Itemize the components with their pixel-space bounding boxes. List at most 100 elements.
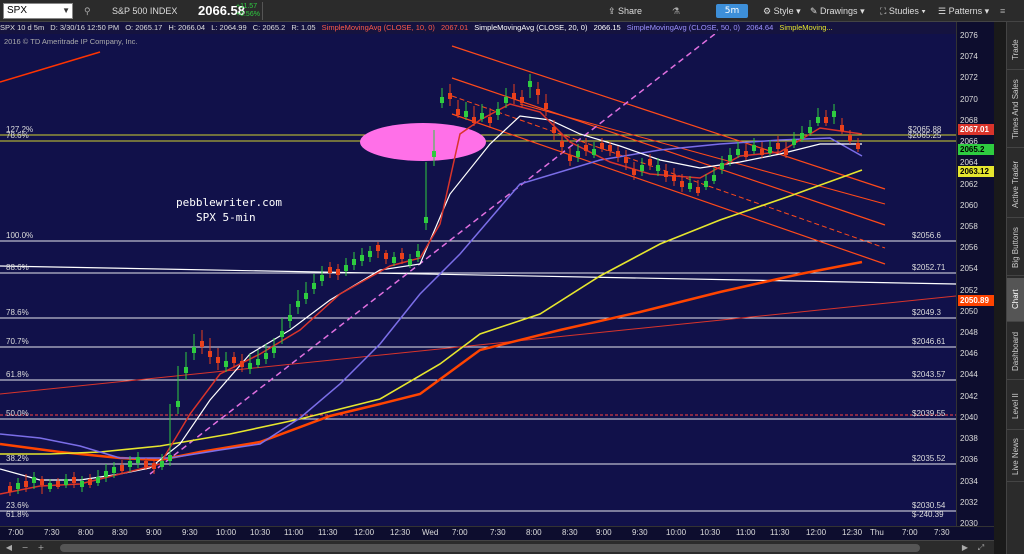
time-tick: 8:00 — [526, 528, 542, 537]
zoom-in-icon[interactable]: + — [36, 543, 46, 553]
sidebar-tab-level-ii[interactable]: Level II — [1007, 384, 1024, 430]
candle-body — [408, 259, 412, 265]
candle-body — [48, 483, 52, 489]
drawings-button[interactable]: ✎ Drawings ▾ — [810, 3, 865, 19]
bar-high: H: 2066.04 — [168, 23, 206, 32]
candle-body — [784, 149, 788, 155]
time-tick: 12:00 — [806, 528, 827, 537]
candle-body — [832, 111, 836, 117]
share-icon: ⇪ — [608, 6, 619, 16]
candle-body — [576, 151, 580, 157]
sidebar-tab-dashboard[interactable]: Dashboard — [1007, 324, 1024, 380]
fib-lines — [0, 134, 956, 512]
price-tick: 2052 — [960, 285, 978, 295]
sidebar-tab-live-news[interactable]: Live News — [1007, 432, 1024, 482]
candle-body — [72, 477, 76, 483]
candle-body — [568, 155, 572, 161]
scroll-left-icon[interactable]: ◀ — [4, 543, 14, 553]
share-label: Share — [618, 6, 643, 16]
fib-value-label: $2030.54 — [912, 501, 946, 510]
copyright: 2016 © TD Ameritrade IP Company, Inc. — [4, 37, 138, 46]
fib-pct-label: 100.0% — [6, 231, 34, 240]
time-tick: 10:00 — [216, 528, 237, 537]
time-tick: 12:30 — [390, 528, 411, 537]
candle-body — [320, 275, 324, 281]
candle-body — [640, 165, 644, 171]
share-button[interactable]: ⇪ Share — [608, 3, 642, 19]
percent-change: +0.56% — [236, 11, 260, 18]
candle-body — [680, 181, 684, 187]
candle-body — [520, 97, 524, 103]
candle-body — [416, 251, 420, 257]
chevron-down-icon[interactable]: ▼ — [62, 4, 70, 18]
candle-body — [40, 479, 44, 485]
candle-body — [272, 347, 276, 353]
candle-body — [216, 357, 220, 363]
sma-more-label[interactable]: SimpleMoving... — [779, 23, 832, 32]
candle-body — [64, 479, 68, 485]
style-button[interactable]: ⚙ Style ▾ — [763, 3, 801, 19]
price-axis[interactable]: 2076 2074 2072 2070 2068 2066 2064 2062 2060 2058… — [956, 22, 994, 528]
chart-scrollbar[interactable]: ◀ − + ▶ ⤢ — [0, 540, 994, 554]
menu-icon[interactable]: ≡ — [1000, 3, 1005, 19]
zoom-out-icon[interactable]: − — [20, 543, 30, 553]
studies-label: Studies — [888, 6, 919, 16]
candle-body — [704, 181, 708, 187]
link-icon[interactable]: ⚲ — [84, 6, 91, 17]
sidebar-tab-times-and-sales[interactable]: Times And Sales — [1007, 72, 1024, 148]
fib-value-label: $-240.39 — [912, 510, 944, 519]
expand-icon[interactable]: ⤢ — [976, 543, 986, 553]
flask-icon[interactable]: ⚗ — [672, 3, 680, 19]
sma10-label[interactable]: SimpleMovingAvg (CLOSE, 10, 0) — [322, 23, 435, 32]
candle-body — [584, 145, 588, 151]
gear-icon: ⚙ — [763, 6, 774, 16]
patterns-button[interactable]: ☰ Patterns ▾ — [938, 3, 989, 19]
price-tick: 2058 — [960, 221, 978, 231]
candle-body — [192, 347, 196, 353]
timeframe-select[interactable]: 5m — [716, 4, 748, 18]
candle-body — [848, 135, 852, 141]
sidebar-tab-trade[interactable]: Trade — [1007, 30, 1024, 70]
candle-body — [336, 269, 340, 275]
chart-area[interactable]: 2016 © TD Ameritrade IP Company, Inc. pe… — [0, 34, 956, 526]
sma20-line — [0, 115, 862, 481]
studies-button[interactable]: ⛶ Studies ▾ — [880, 3, 926, 19]
price-tick: 2034 — [960, 476, 978, 486]
toolbar: SPX ▼ ⚲ S&P 500 INDEX 2066.58 +11.57 +0.… — [0, 0, 1024, 22]
candle-body — [696, 187, 700, 193]
sidebar-gap — [994, 22, 1006, 554]
price-tick: 2046 — [960, 349, 978, 359]
price-chart[interactable] — [0, 34, 956, 526]
patterns-label: Patterns — [948, 6, 983, 16]
candle-body — [808, 127, 812, 133]
style-label: Style — [773, 6, 794, 16]
trend-line-red — [0, 295, 956, 395]
scroll-right-icon[interactable]: ▶ — [960, 543, 970, 553]
candle-body — [176, 401, 180, 407]
sidebar-tab-active-trader[interactable]: Active Trader — [1007, 152, 1024, 218]
candle-body — [224, 361, 228, 367]
sidebar-tab-big-buttons[interactable]: Big Buttons — [1007, 220, 1024, 276]
symbol-input[interactable]: SPX ▼ — [3, 3, 73, 19]
scroll-thumb[interactable] — [60, 544, 920, 552]
candle-body — [368, 251, 372, 257]
time-tick: 7:30 — [44, 528, 60, 537]
time-tick: 11:30 — [318, 528, 338, 537]
price-tick: 2036 — [960, 455, 978, 465]
candle-body — [824, 117, 828, 123]
candle-body — [592, 149, 596, 155]
channel-line — [519, 103, 886, 205]
candle-body — [656, 165, 660, 171]
sma50-label[interactable]: SimpleMovingAvg (CLOSE, 50, 0) — [627, 23, 740, 32]
patterns-icon: ☰ — [938, 6, 949, 16]
candle-body — [8, 486, 12, 492]
time-tick: 11:30 — [770, 528, 790, 537]
time-axis[interactable]: 7:00 7:30 8:00 8:30 9:00 9:30 10:00 10:30 11:00 1… — [0, 526, 994, 540]
channel-line — [451, 77, 886, 226]
study-header: SPX 10 d 5m D: 3/30/16 12:50 PM O: 2065.… — [0, 22, 1000, 34]
sma20-label[interactable]: SimpleMovingAvg (CLOSE, 20, 0) — [474, 23, 587, 32]
sidebar-tab-chart[interactable]: Chart — [1007, 278, 1024, 322]
candle-body — [392, 257, 396, 263]
sma100-badge: 2063.12 — [958, 166, 994, 177]
price-tick: 2062 — [960, 179, 978, 189]
